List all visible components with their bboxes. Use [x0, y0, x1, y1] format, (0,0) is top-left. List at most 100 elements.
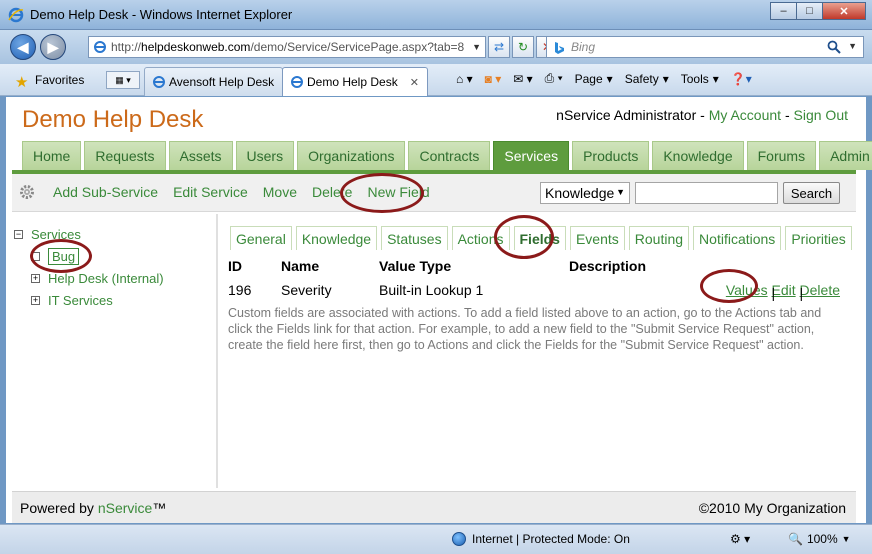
search-input[interactable]: Bing ▼ [546, 36, 864, 58]
feeds-icon[interactable]: ◙ ▾ [485, 72, 502, 86]
home-icon[interactable]: ⌂ ▾ [456, 72, 473, 86]
print-icon[interactable]: ⎙ ▾ [545, 71, 563, 86]
delete-link[interactable]: Delete [800, 282, 840, 298]
close-tab-icon[interactable]: ✕ [410, 76, 419, 89]
fields-table: ID Name Value Type Description 196 Sever… [228, 255, 840, 303]
col-name: Name [281, 258, 320, 274]
nav-organizations[interactable]: Organizations [297, 141, 406, 170]
nav-assets[interactable]: Assets [168, 141, 233, 170]
my-account-link[interactable]: My Account [709, 107, 781, 123]
tree-item-label[interactable]: Help Desk (Internal) [48, 271, 164, 286]
expand-icon[interactable]: + [31, 273, 40, 283]
col-value-type: Value Type [379, 258, 452, 274]
nav-home[interactable]: Home [22, 141, 82, 170]
tools-menu-label: Tools [680, 71, 709, 86]
zoom-dropdown-icon: ▼ [841, 534, 851, 544]
tab-demo-help-desk[interactable]: Demo Help Desk ✕ [282, 67, 428, 96]
tree-item-label[interactable]: Bug [48, 247, 80, 265]
expand-icon[interactable]: + [31, 295, 40, 305]
tab-actions[interactable]: Actions [451, 226, 510, 250]
nav-requests[interactable]: Requests [84, 141, 166, 170]
tree-item-help-desk[interactable]: + Help Desk (Internal) [14, 267, 214, 289]
user-sep: - [696, 107, 709, 123]
mail-icon[interactable]: ✉ ▾ [513, 72, 532, 86]
forward-button[interactable]: ▶ [40, 34, 66, 60]
close-window-button[interactable]: ✕ [822, 2, 866, 20]
search-scope-value: Knowledge [545, 185, 615, 201]
tab-statuses[interactable]: Statuses [381, 226, 448, 250]
quick-tabs-icon[interactable]: ▦ ▾ [106, 71, 140, 89]
bing-icon [555, 42, 564, 54]
table-header: ID Name Value Type Description [228, 255, 840, 279]
delete-service-link[interactable]: Delete [312, 184, 352, 200]
values-link[interactable]: Values [726, 282, 768, 298]
window-title: Demo Help Desk - Windows Internet Explor… [30, 7, 293, 22]
favorites-bar: ★ Favorites ▦ ▾ Avensoft Help Desk Demo … [0, 64, 872, 96]
link-sep: | [799, 285, 804, 301]
tree-item-label[interactable]: IT Services [48, 293, 113, 308]
url-domain: helpdeskonweb.com [141, 40, 251, 54]
nav-products[interactable]: Products [572, 141, 650, 170]
search-button[interactable]: Search [783, 182, 840, 204]
page-menu[interactable]: Page ▾ [575, 72, 613, 86]
sign-out-link[interactable]: Sign Out [794, 107, 848, 123]
minimize-button[interactable]: – [770, 2, 797, 20]
powered-by: Powered by nService™ [20, 500, 166, 516]
search-dropdown-icon[interactable]: ▼ [848, 41, 857, 51]
compatibility-icon[interactable]: ⇄ [488, 36, 510, 58]
search-icon[interactable] [827, 40, 841, 54]
tree-item-bug[interactable]: Bug [14, 245, 214, 267]
service-tree: − Services Bug + Help Desk (Internal) + … [14, 223, 214, 311]
tree-item-it-services[interactable]: + IT Services [14, 289, 214, 311]
nav-forums[interactable]: Forums [746, 141, 817, 170]
tab-routing[interactable]: Routing [628, 226, 690, 250]
service-toolbar: Add Sub-Service Edit Service Move Delete… [12, 174, 856, 212]
link-sep: | [771, 285, 776, 301]
service-tabs: General Knowledge Statuses Actions Field… [230, 226, 856, 252]
tab-avensoft[interactable]: Avensoft Help Desk [144, 67, 284, 96]
trademark: ™ [152, 500, 167, 516]
ie-logo-icon [8, 7, 24, 23]
back-button[interactable]: ◀ [10, 34, 36, 60]
url-field[interactable]: http://helpdeskonweb.com/demo/Service/Se… [88, 36, 486, 58]
maximize-button[interactable]: □ [796, 2, 823, 20]
nav-contracts[interactable]: Contracts [408, 141, 491, 170]
tab-events[interactable]: Events [569, 226, 625, 250]
tools-menu[interactable]: Tools ▾ [681, 72, 719, 86]
nservice-link[interactable]: nService [98, 500, 152, 516]
nav-admin[interactable]: Admin [819, 141, 872, 170]
chevron-down-icon: ▼ [616, 187, 625, 197]
safety-menu[interactable]: Safety ▾ [625, 72, 669, 86]
star-icon: ★ [15, 74, 29, 91]
knowledge-search-input[interactable] [635, 182, 778, 204]
settings-icon[interactable]: ⚙ ▾ [730, 532, 750, 546]
url-dropdown-icon[interactable]: ▼ [472, 42, 481, 52]
edit-service-link[interactable]: Edit Service [173, 184, 248, 200]
refresh-icon[interactable]: ↻ [512, 36, 534, 58]
tree-root-label[interactable]: Services [31, 227, 81, 242]
page-footer: Powered by nService™ ©2010 My Organizati… [12, 491, 856, 523]
nav-users[interactable]: Users [235, 141, 295, 170]
user-sep: - [781, 107, 794, 123]
table-row: 196 Severity Built-in Lookup 1 Values | … [228, 279, 840, 303]
collapse-icon[interactable]: − [14, 229, 23, 239]
nav-knowledge[interactable]: Knowledge [652, 141, 744, 170]
nav-services[interactable]: Services [493, 141, 570, 170]
help-icon[interactable]: ❓▾ [731, 72, 752, 86]
favorites-button[interactable]: ★ Favorites [4, 68, 93, 92]
zoom-control[interactable]: 🔍 100% ▼ [788, 532, 851, 546]
help-note: Custom fields are associated with action… [228, 306, 822, 352]
tab-knowledge[interactable]: Knowledge [295, 226, 378, 250]
security-zone[interactable]: Internet | Protected Mode: On [452, 532, 630, 546]
address-bar: ◀ ▶ http://helpdeskonweb.com/demo/Servic… [0, 30, 872, 64]
move-link[interactable]: Move [263, 184, 297, 200]
tab-notifications[interactable]: Notifications [693, 226, 782, 250]
tab-priorities[interactable]: Priorities [785, 226, 852, 250]
tree-root[interactable]: − Services [14, 223, 214, 245]
search-scope-select[interactable]: Knowledge ▼ [540, 182, 630, 204]
user-name: nService Administrator [556, 107, 697, 123]
add-sub-service-link[interactable]: Add Sub-Service [53, 184, 158, 200]
tab-fields[interactable]: Fields [513, 226, 566, 250]
tab-general[interactable]: General [230, 226, 292, 250]
new-field-link[interactable]: New Field [367, 184, 429, 200]
